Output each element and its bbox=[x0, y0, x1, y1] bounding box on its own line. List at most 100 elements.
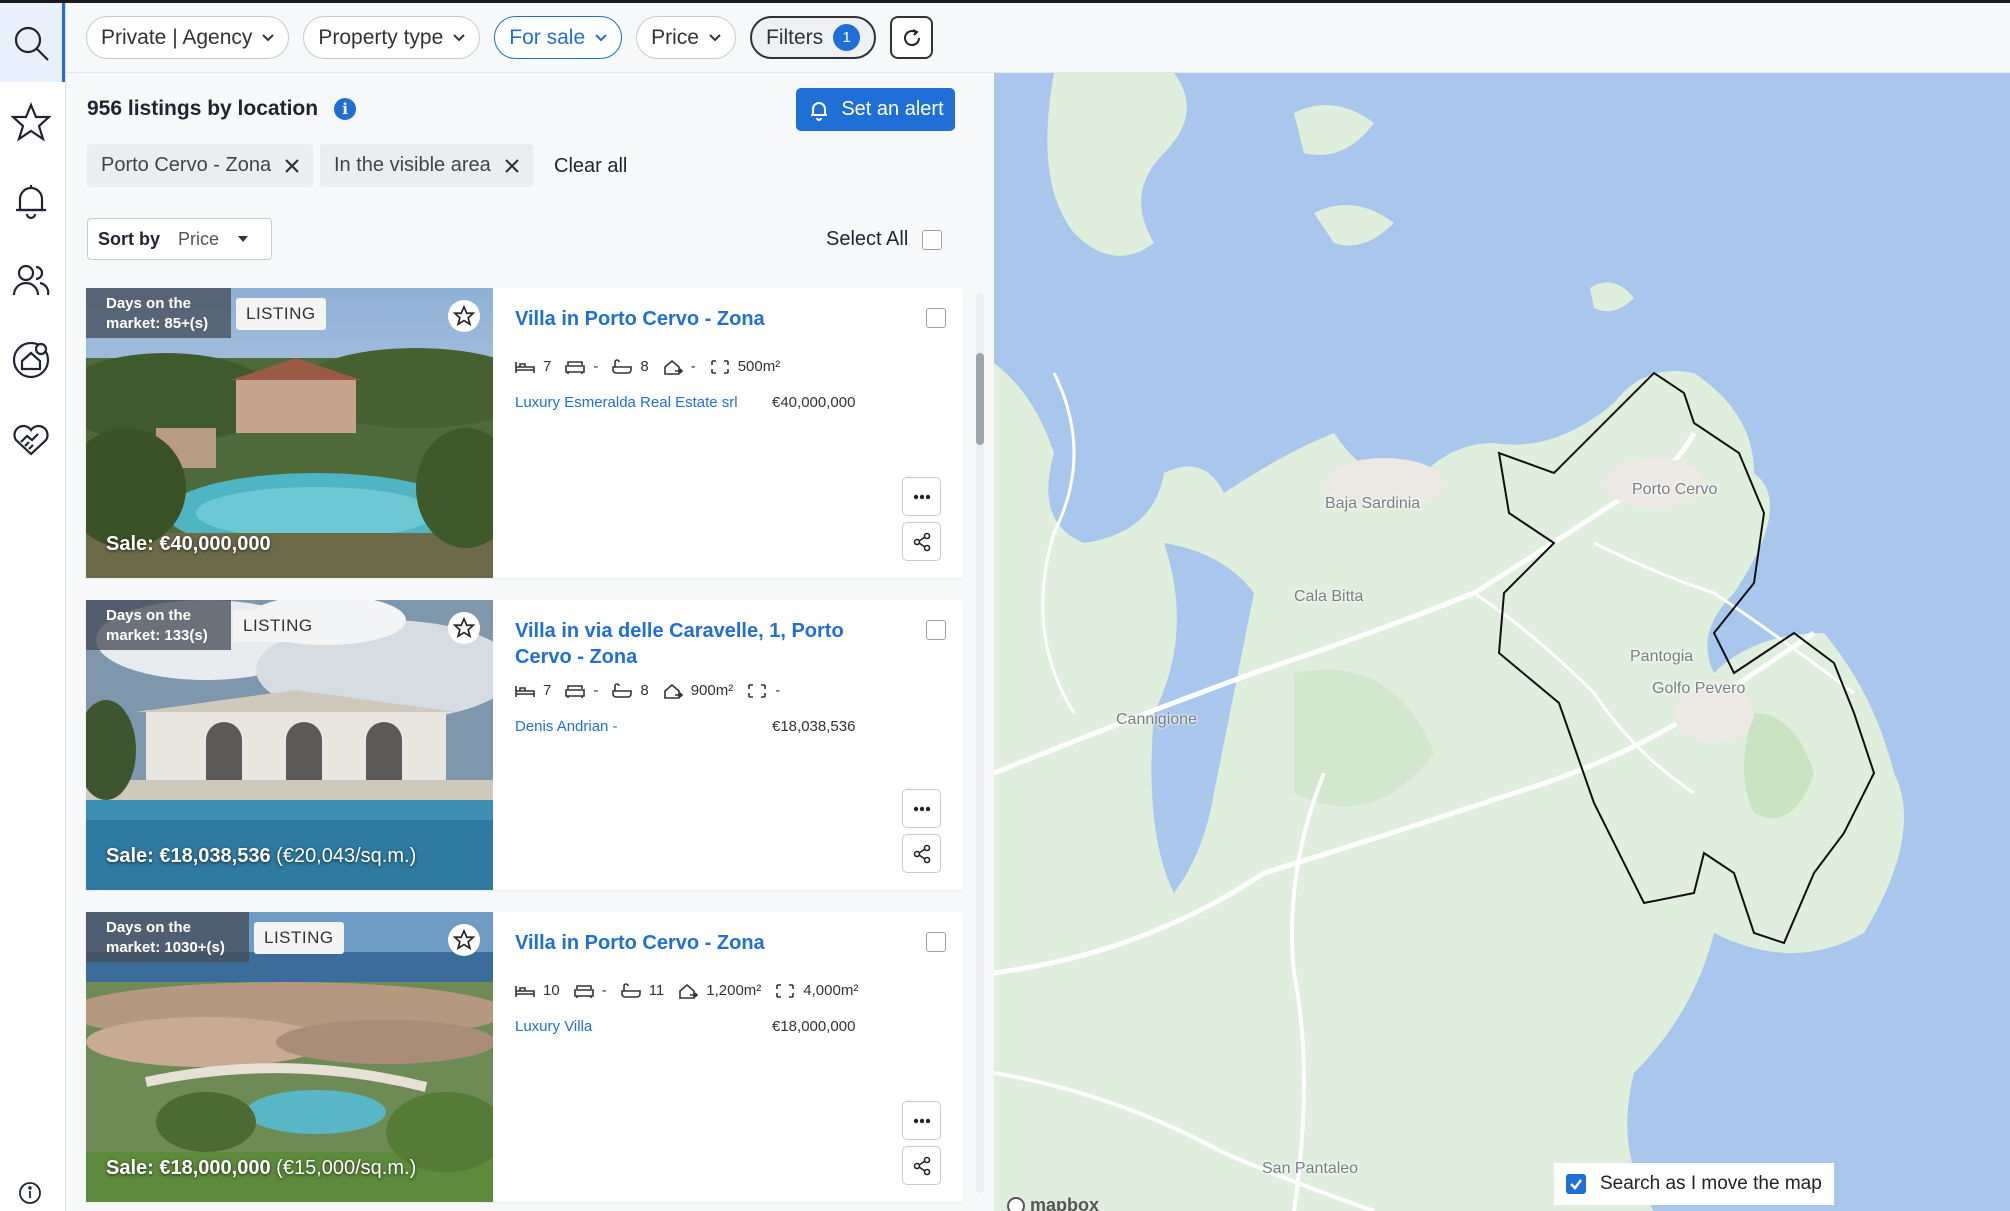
days-on-market: Days on the market: 133(s) bbox=[86, 600, 231, 650]
favorite-button[interactable] bbox=[448, 300, 480, 332]
mapbox-attribution[interactable]: mapbox bbox=[1006, 1195, 1099, 1211]
nav-favorites[interactable] bbox=[0, 82, 62, 161]
agency-name[interactable]: Denis Andrian - bbox=[515, 718, 618, 735]
sort-dropdown[interactable]: Sort by Price bbox=[87, 218, 272, 260]
close-icon[interactable] bbox=[504, 158, 519, 173]
listing-card[interactable]: Days on the market: 133(s) LISTING Sale:… bbox=[86, 600, 963, 890]
share-button[interactable] bbox=[902, 1146, 941, 1185]
map-label-porto-cervo: Porto Cervo bbox=[1632, 481, 1718, 498]
price-dropdown[interactable]: Price bbox=[636, 16, 736, 59]
spec-living: - bbox=[565, 358, 598, 375]
listings-count: 956 listings by location i bbox=[87, 97, 357, 121]
listing-type-tag: LISTING bbox=[233, 610, 323, 642]
listing-title[interactable]: Villa in Porto Cervo - Zona bbox=[515, 930, 905, 956]
star-icon bbox=[453, 617, 475, 639]
property-type-dropdown[interactable]: Property type bbox=[303, 16, 481, 59]
set-alert-button[interactable]: Set an alert bbox=[796, 88, 955, 131]
more-options-button[interactable] bbox=[902, 789, 941, 828]
island-east bbox=[1590, 282, 1634, 312]
sale-price: Sale: €40,000,000 bbox=[106, 533, 271, 555]
search-as-move-toggle[interactable]: Search as I move the map bbox=[1554, 1163, 1834, 1205]
photo-sale-price: Sale: €18,000,000 (€15,000/sq.m.) bbox=[106, 1157, 416, 1180]
sofa-icon bbox=[565, 360, 586, 374]
agency-name[interactable]: Luxury Esmeralda Real Estate srl bbox=[515, 394, 738, 411]
map-canvas[interactable] bbox=[994, 73, 2010, 1211]
listings-panel: 956 listings by location i Set an alert … bbox=[66, 73, 994, 1211]
more-dots-icon bbox=[913, 1118, 930, 1123]
filters-button[interactable]: Filters 1 bbox=[750, 16, 877, 59]
info-button[interactable] bbox=[18, 1181, 42, 1205]
tag-label: In the visible area bbox=[334, 154, 491, 176]
nav-deals[interactable] bbox=[0, 398, 62, 477]
listing-specs: 7 - 8 - 500m² bbox=[515, 358, 780, 375]
listing-select-checkbox[interactable] bbox=[926, 308, 946, 328]
clear-all-link[interactable]: Clear all bbox=[554, 155, 627, 178]
house-area-icon bbox=[663, 359, 683, 375]
listing-photo[interactable]: Days on the market: 85+(s) LISTING Sale:… bbox=[86, 288, 493, 578]
days-on-market-line2: market: 85+(s) bbox=[106, 315, 209, 332]
listing-title[interactable]: Villa in Porto Cervo - Zona bbox=[515, 306, 905, 332]
bed-icon bbox=[515, 985, 535, 997]
star-icon bbox=[11, 101, 51, 142]
share-button[interactable] bbox=[902, 522, 941, 561]
transaction-type-dropdown[interactable]: For sale bbox=[494, 16, 623, 59]
bed-icon bbox=[515, 361, 535, 373]
sofa-icon bbox=[573, 984, 594, 998]
nav-alerts[interactable] bbox=[0, 161, 62, 240]
search-as-move-checkbox[interactable] bbox=[1566, 1174, 1586, 1194]
nav-search[interactable] bbox=[0, 3, 65, 82]
chevron-down-icon bbox=[595, 33, 607, 41]
active-filter-tag-location: Porto Cervo - Zona bbox=[87, 144, 314, 187]
bathtub-icon bbox=[620, 982, 641, 998]
reset-filters-button[interactable] bbox=[890, 16, 934, 59]
listing-photo[interactable]: Days on the market: 1030+(s) LISTING Sal… bbox=[86, 912, 493, 1202]
spec-bathrooms: 8 bbox=[612, 358, 649, 375]
sort-value: Price bbox=[178, 228, 220, 249]
handshake-heart-icon bbox=[13, 424, 49, 456]
more-dots-icon bbox=[913, 806, 930, 811]
listing-photo[interactable]: Days on the market: 133(s) LISTING Sale:… bbox=[86, 600, 493, 890]
area-icon bbox=[710, 359, 729, 374]
spec-value: 10 bbox=[543, 982, 560, 999]
sale-price: Sale: €18,000,000 bbox=[106, 1157, 271, 1179]
select-all-checkbox[interactable] bbox=[922, 229, 943, 250]
more-options-button[interactable] bbox=[902, 477, 941, 516]
listing-price: €18,000,000 bbox=[772, 1018, 856, 1035]
info-icon[interactable]: i bbox=[334, 98, 357, 120]
favorite-button[interactable] bbox=[448, 924, 480, 956]
listing-title[interactable]: Villa in via delle Caravelle, 1, Porto C… bbox=[515, 618, 905, 670]
area-icon bbox=[776, 983, 795, 998]
listing-card[interactable]: Days on the market: 1030+(s) LISTING Sal… bbox=[86, 912, 963, 1202]
island-small bbox=[1314, 205, 1394, 246]
more-options-button[interactable] bbox=[902, 1101, 941, 1140]
nav-my-properties[interactable] bbox=[0, 319, 62, 398]
photo-sale-price: Sale: €40,000,000 bbox=[106, 533, 271, 556]
days-on-market-line1: Days on the bbox=[106, 919, 192, 936]
days-on-market-line2: market: 1030+(s) bbox=[106, 939, 225, 956]
map-view[interactable]: Baja Sardinia Cala Bitta Porto Cervo Pan… bbox=[994, 73, 2010, 1211]
seller-type-dropdown[interactable]: Private | Agency bbox=[86, 16, 290, 59]
listing-card[interactable]: Days on the market: 85+(s) LISTING Sale:… bbox=[86, 288, 963, 578]
listing-select-checkbox[interactable] bbox=[926, 932, 946, 952]
sale-price: Sale: €18,038,536 bbox=[106, 845, 271, 867]
spec-value: 900m² bbox=[690, 682, 734, 699]
share-icon bbox=[913, 1156, 930, 1175]
select-all[interactable]: Select All bbox=[826, 228, 943, 251]
close-icon[interactable] bbox=[285, 158, 299, 173]
share-icon bbox=[913, 844, 930, 863]
island-top-left bbox=[1047, 73, 1187, 256]
caret-down-icon bbox=[238, 236, 249, 242]
listing-select-checkbox[interactable] bbox=[926, 620, 946, 640]
star-icon bbox=[453, 305, 475, 327]
listings-count-text: 956 listings by location bbox=[87, 97, 319, 120]
filters-label: Filters bbox=[766, 25, 824, 49]
share-button[interactable] bbox=[902, 834, 941, 873]
agency-name[interactable]: Luxury Villa bbox=[515, 1018, 592, 1035]
scrollbar-thumb[interactable] bbox=[976, 353, 984, 445]
mapbox-logo-icon bbox=[1007, 1196, 1025, 1211]
area-icon bbox=[748, 683, 767, 698]
sale-price-per-sqm: (€20,043/sq.m.) bbox=[276, 845, 417, 867]
nav-contacts[interactable] bbox=[0, 240, 62, 319]
favorite-button[interactable] bbox=[448, 612, 480, 644]
spec-plot-area: 500m² bbox=[710, 358, 780, 375]
